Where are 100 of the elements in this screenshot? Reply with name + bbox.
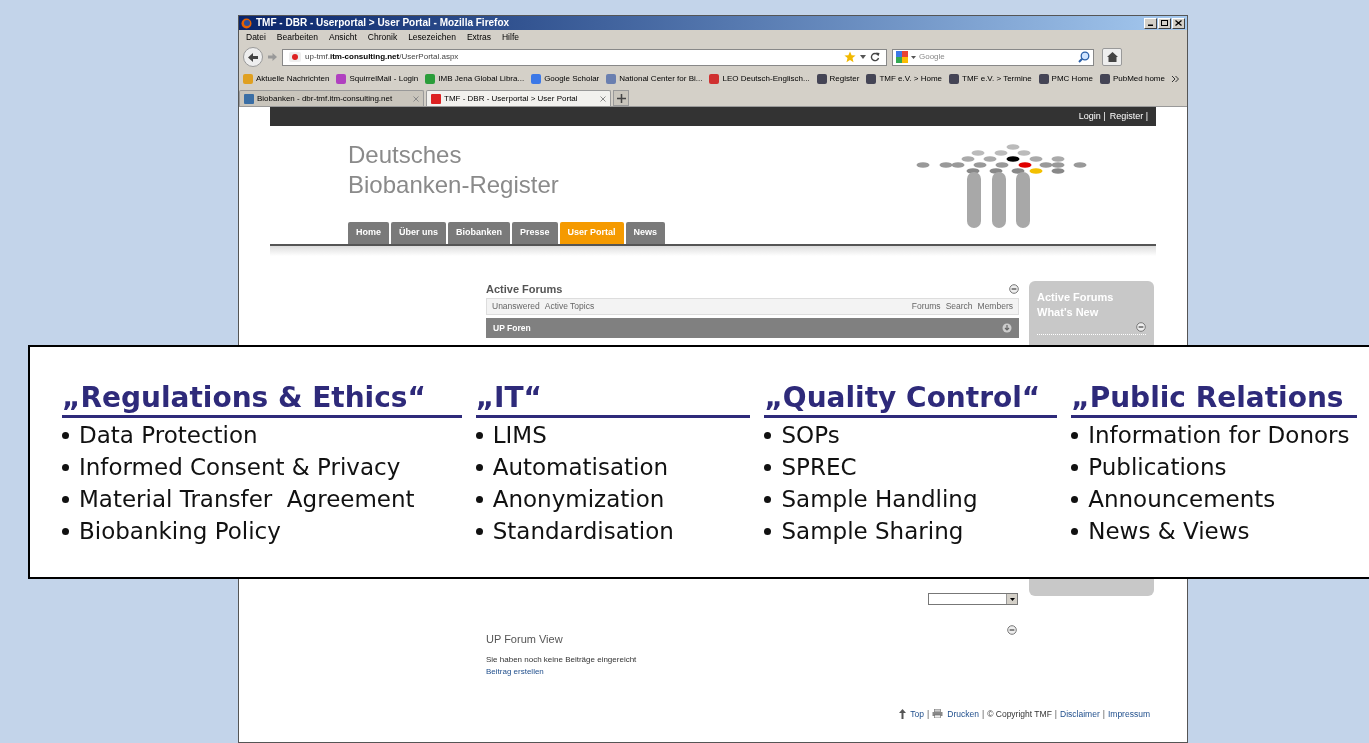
bullet-icon bbox=[475, 495, 483, 503]
bookmark-item[interactable]: PMC Home bbox=[1051, 73, 1093, 85]
forum-link[interactable]: Active Topics bbox=[544, 300, 595, 313]
tab-label: Biobanken - dbr-tmf.itm-consulting.net bbox=[257, 92, 394, 105]
list-item: Sample Handling bbox=[781, 484, 978, 514]
bookmark-icon bbox=[425, 74, 436, 84]
nav-tab[interactable]: Home bbox=[348, 222, 389, 244]
footer-link[interactable]: Impressum bbox=[1107, 707, 1150, 721]
copyright-text: © Copyright TMF bbox=[987, 707, 1052, 721]
bookmark-icon bbox=[816, 74, 827, 84]
maximize-button[interactable] bbox=[1158, 17, 1171, 29]
tab-label: TMF - DBR - Userportal > User Portal bbox=[444, 92, 579, 105]
category-heading: „Quality Control“ bbox=[764, 381, 1058, 418]
bookmark-item[interactable]: IMB Jena Global Libra... bbox=[438, 73, 525, 85]
search-field[interactable]: Google bbox=[892, 48, 1094, 66]
forum-link[interactable]: Unanswered bbox=[492, 300, 540, 313]
nav-tab[interactable]: Biobanken bbox=[448, 222, 511, 244]
separator: | bbox=[927, 707, 930, 721]
minimize-button[interactable] bbox=[1144, 17, 1157, 29]
list-item: Anonymization bbox=[492, 484, 665, 514]
bullet-icon bbox=[1071, 527, 1079, 535]
caret-icon[interactable] bbox=[911, 55, 916, 59]
bookmark-icon bbox=[243, 74, 253, 84]
maximize-icon bbox=[1161, 20, 1168, 26]
bullet-icon bbox=[764, 527, 772, 535]
print-link[interactable]: Drucken bbox=[947, 707, 979, 721]
list-item: Standardisation bbox=[492, 516, 674, 546]
printer-icon bbox=[932, 709, 944, 719]
bookmark-icon bbox=[1099, 74, 1110, 84]
menu-item[interactable]: Chronik bbox=[367, 31, 398, 44]
back-button[interactable] bbox=[243, 47, 263, 67]
bookmark-icon bbox=[606, 74, 617, 84]
menu-item[interactable]: Lesezeichen bbox=[408, 31, 456, 44]
bookmark-item[interactable]: SquirrelMail - Login bbox=[349, 73, 419, 85]
bullet-icon bbox=[475, 527, 483, 535]
menu-item[interactable]: Ansicht bbox=[328, 31, 357, 44]
bookmark-icon bbox=[336, 74, 347, 84]
collapse-icon[interactable] bbox=[1009, 284, 1019, 294]
collapse-icon[interactable] bbox=[1136, 322, 1146, 332]
bookmark-item[interactable]: TMF e.V. > Termine bbox=[962, 73, 1032, 85]
nav-tab[interactable]: Presse bbox=[512, 222, 558, 244]
list-item: SPREC bbox=[781, 452, 857, 482]
bookmark-icon bbox=[709, 74, 720, 84]
create-post-link[interactable]: Beitrag erstellen bbox=[486, 665, 544, 678]
menu-item[interactable]: Extras bbox=[466, 31, 491, 44]
category-heading: „Public Relations bbox=[1071, 381, 1357, 418]
site-title: Deutsches bbox=[348, 140, 462, 170]
address-field[interactable]: up-tmf.itm-consulting.net/UserPortal.aspx bbox=[282, 48, 887, 66]
menu-item[interactable]: Hilfe bbox=[501, 31, 519, 44]
group-title: UP Foren bbox=[493, 321, 531, 335]
search-input[interactable]: Google bbox=[919, 51, 1075, 63]
reload-icon[interactable] bbox=[870, 52, 880, 62]
bullet-icon bbox=[475, 431, 483, 439]
bullet-icon bbox=[1071, 431, 1079, 439]
close-icon[interactable] bbox=[600, 95, 606, 102]
top-link[interactable]: Register | bbox=[1109, 109, 1148, 124]
search-icon[interactable] bbox=[1078, 51, 1090, 63]
site-icon bbox=[289, 52, 301, 62]
bookmark-icon bbox=[866, 74, 877, 84]
window-title: TMF - DBR - Userportal > User Portal - Mozilla Firefox bbox=[256, 18, 510, 28]
list-item: SOPs bbox=[781, 420, 840, 450]
plus-icon bbox=[616, 93, 626, 103]
close-button[interactable] bbox=[1172, 17, 1185, 29]
bookmark-item[interactable]: National Center for Bi... bbox=[619, 73, 703, 85]
bookmark-item[interactable]: LEO Deutsch-Englisch... bbox=[722, 73, 810, 85]
star-icon[interactable] bbox=[844, 51, 856, 63]
list-item: Publications bbox=[1088, 452, 1227, 482]
browser-tab[interactable]: Biobanken - dbr-tmf.itm-consulting.net bbox=[239, 90, 424, 106]
top-link[interactable]: Login | bbox=[1078, 109, 1106, 124]
bookmark-item[interactable]: Aktuelle Nachrichten bbox=[256, 73, 330, 85]
menu-item[interactable]: Datei bbox=[246, 31, 266, 44]
list-item: Data Protection bbox=[79, 420, 258, 450]
bookmark-item[interactable]: PubMed home bbox=[1112, 73, 1165, 85]
bookmark-item[interactable]: TMF e.V. > Home bbox=[879, 73, 942, 85]
bookmark-icon bbox=[949, 74, 959, 84]
home-button[interactable] bbox=[1102, 48, 1122, 66]
top-link[interactable]: Top bbox=[910, 707, 925, 721]
forum-link[interactable]: Forums bbox=[911, 300, 941, 313]
caret-icon[interactable] bbox=[860, 55, 866, 59]
new-tab-button[interactable] bbox=[613, 90, 629, 106]
section-title: Active Forums bbox=[486, 281, 563, 297]
menu-item[interactable]: Bearbeiten bbox=[276, 31, 318, 44]
list-item: Sample Sharing bbox=[781, 516, 964, 546]
nav-tab[interactable]: News bbox=[625, 222, 666, 244]
browser-tab[interactable]: TMF - DBR - Userportal > User Portal bbox=[426, 90, 611, 106]
forum-link[interactable]: Search bbox=[945, 300, 973, 313]
bullet-icon bbox=[764, 431, 772, 439]
forum-link[interactable]: Members bbox=[977, 300, 1013, 313]
collapse-icon[interactable] bbox=[1007, 625, 1017, 635]
chevron-right-icon[interactable] bbox=[1172, 76, 1179, 82]
category-heading: „IT“ bbox=[475, 381, 751, 418]
select-field[interactable] bbox=[928, 593, 1018, 605]
bookmark-item[interactable]: Google Scholar bbox=[544, 73, 600, 85]
bookmark-item[interactable]: Register bbox=[829, 73, 860, 85]
nav-tab[interactable]: Über uns bbox=[391, 222, 447, 244]
list-item: Automatisation bbox=[492, 452, 669, 482]
list-item: Informed Consent & Privacy bbox=[79, 452, 401, 482]
status-message: Sie haben noch keine Beiträge eingereicht bbox=[486, 653, 637, 666]
footer-link[interactable]: Disclaimer bbox=[1060, 707, 1100, 721]
separator: | bbox=[1054, 707, 1058, 721]
